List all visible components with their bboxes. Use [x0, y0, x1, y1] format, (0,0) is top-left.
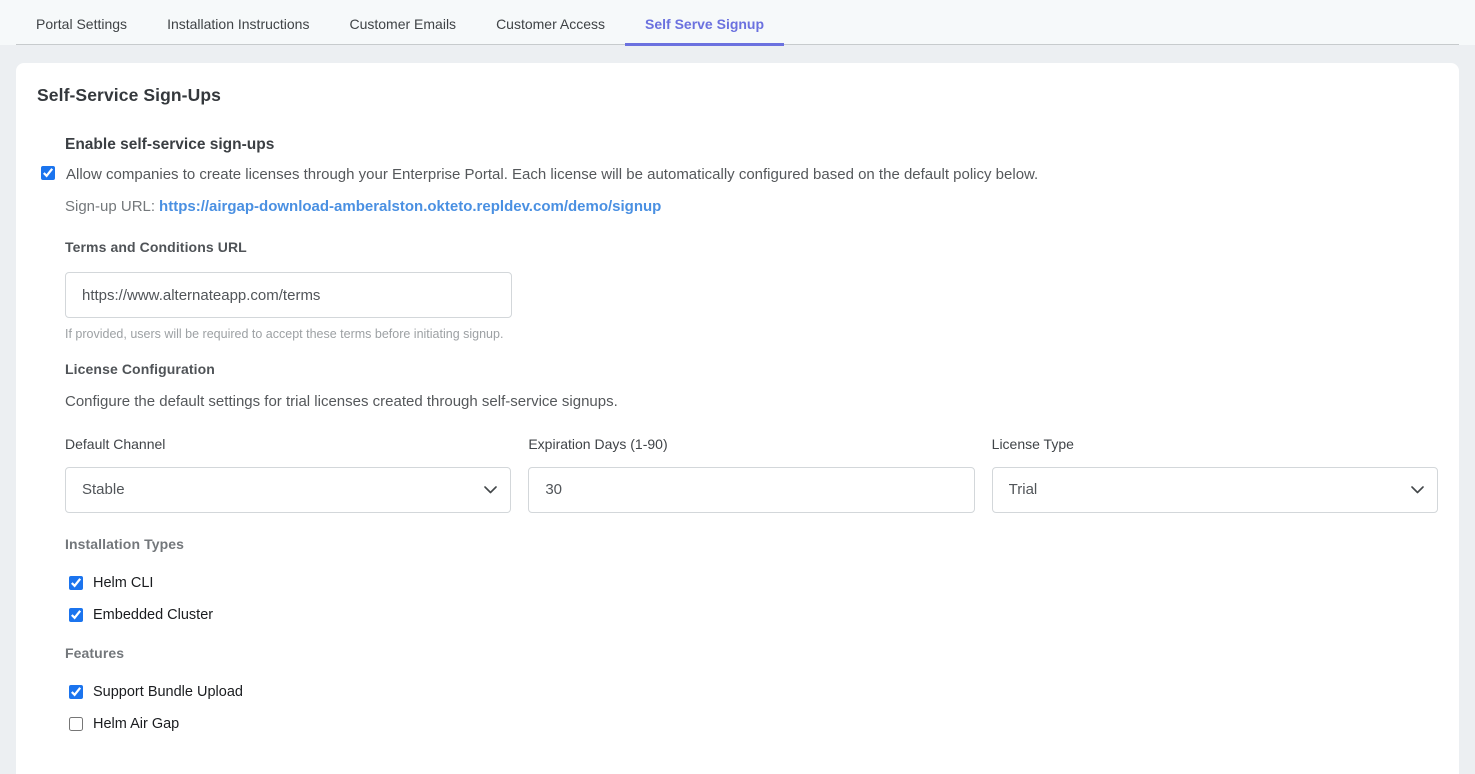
signup-url-link[interactable]: https://airgap-download-amberalston.okte… — [159, 198, 661, 215]
enable-signups-checkbox[interactable] — [41, 166, 55, 180]
installation-types-label: Installation Types — [65, 536, 1438, 552]
helm-cli-checkbox[interactable] — [69, 576, 83, 590]
enable-signups-row: Allow companies to create licenses throu… — [41, 165, 1438, 185]
license-type-field: License Type Trial — [992, 436, 1438, 513]
enable-signups-heading: Enable self-service sign-ups — [65, 136, 1438, 154]
terms-url-label: Terms and Conditions URL — [65, 239, 1438, 255]
expiration-days-field: Expiration Days (1-90) — [528, 436, 974, 513]
self-service-signups-card: Self-Service Sign-Ups Enable self-servic… — [16, 63, 1459, 774]
tab-self-serve-signup[interactable]: Self Serve Signup — [625, 0, 784, 46]
option-helm-cli: Helm CLI — [65, 576, 1438, 590]
installation-types-list: Helm CLI Embedded Cluster — [65, 576, 1438, 622]
signup-url-label: Sign-up URL: — [65, 198, 155, 215]
expiration-days-input[interactable] — [528, 467, 974, 513]
signup-url-line: Sign-up URL:https://airgap-download-ambe… — [65, 198, 1438, 215]
tab-installation-instructions[interactable]: Installation Instructions — [147, 0, 329, 46]
features-list: Support Bundle Upload Helm Air Gap — [65, 685, 1438, 731]
option-support-bundle-upload: Support Bundle Upload — [65, 685, 1438, 699]
tab-customer-access[interactable]: Customer Access — [476, 0, 625, 46]
embedded-cluster-checkbox[interactable] — [69, 608, 83, 622]
support-bundle-upload-label[interactable]: Support Bundle Upload — [93, 684, 243, 700]
default-channel-select[interactable]: Stable — [65, 467, 511, 513]
tab-bar: Portal Settings Installation Instruction… — [0, 0, 1475, 45]
page-title: Self-Service Sign-Ups — [37, 85, 1438, 106]
terms-helper-text: If provided, users will be required to a… — [65, 327, 1438, 341]
option-embedded-cluster: Embedded Cluster — [65, 608, 1438, 622]
default-channel-label: Default Channel — [65, 436, 511, 452]
helm-air-gap-checkbox[interactable] — [69, 717, 83, 731]
helm-air-gap-label[interactable]: Helm Air Gap — [93, 716, 179, 732]
support-bundle-upload-checkbox[interactable] — [69, 685, 83, 699]
embedded-cluster-label[interactable]: Embedded Cluster — [93, 607, 213, 623]
default-channel-field: Default Channel Stable — [65, 436, 511, 513]
license-configuration-description: Configure the default settings for trial… — [65, 392, 1438, 412]
enable-signups-description: Allow companies to create licenses throu… — [66, 165, 1038, 185]
features-label: Features — [65, 645, 1438, 661]
license-type-select[interactable]: Trial — [992, 467, 1438, 513]
tab-customer-emails[interactable]: Customer Emails — [329, 0, 476, 46]
signup-settings-section: Enable self-service sign-ups Allow compa… — [65, 136, 1438, 731]
license-type-label: License Type — [992, 436, 1438, 452]
tab-strip: Portal Settings Installation Instruction… — [16, 0, 1459, 45]
helm-cli-label[interactable]: Helm CLI — [93, 575, 153, 591]
expiration-days-label: Expiration Days (1-90) — [528, 436, 974, 452]
tab-portal-settings[interactable]: Portal Settings — [16, 0, 147, 46]
license-configuration-label: License Configuration — [65, 361, 1438, 377]
license-config-grid: Default Channel Stable Expiration Days (… — [65, 436, 1438, 513]
terms-url-input[interactable] — [65, 272, 512, 318]
option-helm-air-gap: Helm Air Gap — [65, 717, 1438, 731]
